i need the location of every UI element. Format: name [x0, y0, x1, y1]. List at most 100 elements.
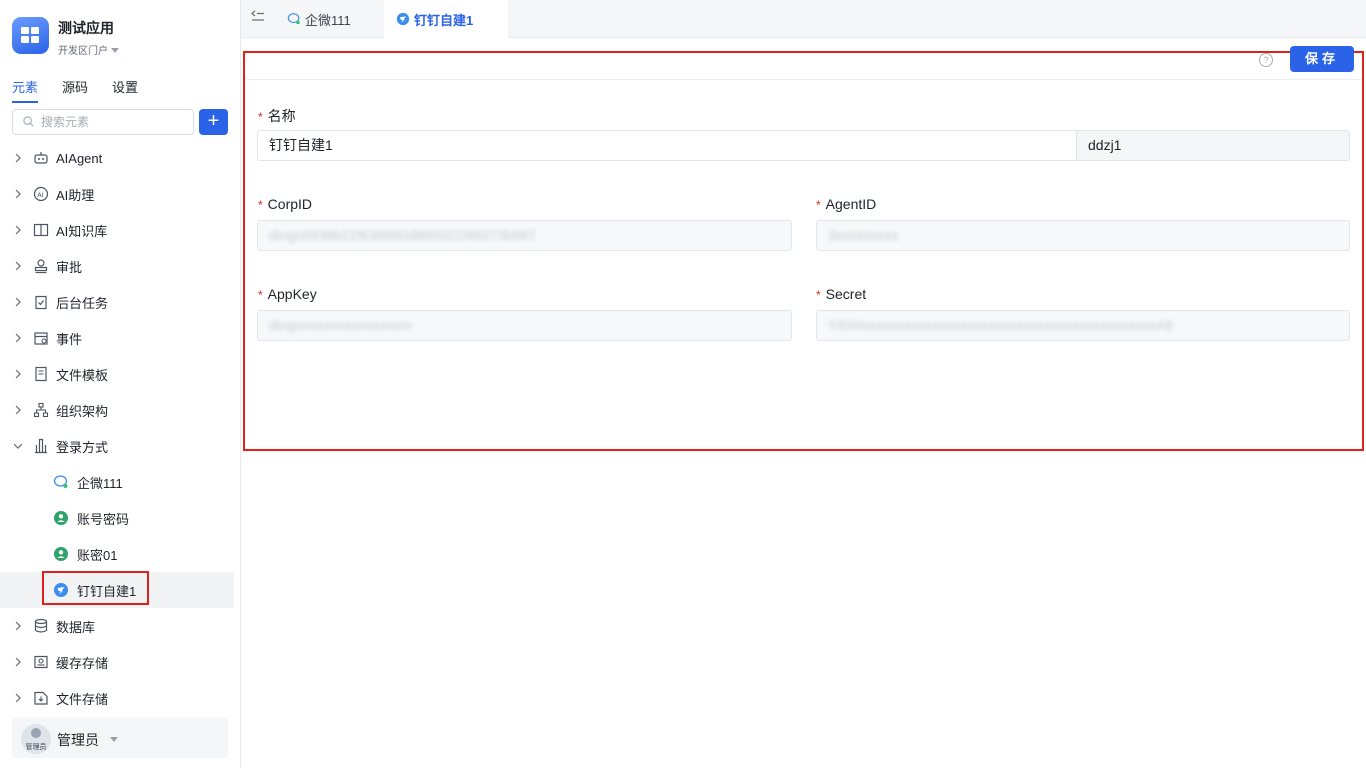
- tab-wecom[interactable]: 企微111: [287, 0, 351, 38]
- tree-item-account-01[interactable]: 账密01: [0, 536, 234, 572]
- tree-item-aiagent[interactable]: AIAgent: [0, 140, 234, 176]
- wecom-icon: [287, 13, 300, 25]
- calendar-icon: [34, 332, 48, 345]
- tree-item-approval[interactable]: 审批: [0, 248, 234, 284]
- selection-highlight: [42, 571, 149, 605]
- tree-item-label: 企微111: [77, 475, 123, 491]
- tree-item-org-structure[interactable]: 组织架构: [0, 392, 234, 428]
- tab-settings[interactable]: 设置: [112, 77, 138, 103]
- avatar: 管理员: [21, 724, 51, 754]
- required-mark: *: [258, 198, 263, 212]
- wecom-icon: [53, 475, 68, 488]
- search-placeholder: 搜索元素: [41, 115, 90, 129]
- chevron-right-icon: [15, 370, 21, 378]
- tree-item-ai-knowledge[interactable]: AI知识库: [0, 212, 234, 248]
- help-icon[interactable]: ?: [1259, 53, 1273, 67]
- search-input[interactable]: 搜索元素: [12, 109, 194, 135]
- agentid-field[interactable]: 3xxxxxxxxx: [816, 220, 1350, 251]
- tree-item-label: 审批: [56, 259, 83, 275]
- portal-selector[interactable]: 开发区门户: [58, 42, 119, 57]
- appkey-field[interactable]: dingxxxxxxxxxxxxxxxm: [257, 310, 792, 341]
- chevron-right-icon: [15, 226, 21, 234]
- required-mark: *: [816, 288, 821, 302]
- tree-item-file-storage[interactable]: 文件存储: [0, 680, 234, 716]
- file-storage-icon: [34, 691, 48, 705]
- sidebar-tabs: 元素 源码 设置: [12, 77, 138, 103]
- ai-assistant-icon: AI: [33, 186, 49, 202]
- bank-icon: [35, 438, 47, 454]
- tree-item-login-methods[interactable]: 登录方式: [0, 428, 234, 464]
- tab-source[interactable]: 源码: [62, 77, 88, 103]
- tree-item-label: 事件: [56, 331, 83, 347]
- document-icon: [35, 366, 47, 382]
- collapse-sidebar-icon[interactable]: [251, 10, 265, 22]
- required-mark: *: [816, 198, 821, 212]
- stamp-icon: [34, 259, 48, 274]
- tree-item-label: 账密01: [77, 547, 118, 563]
- tree-item-events[interactable]: 事件: [0, 320, 234, 356]
- user-circle-icon: [54, 547, 68, 561]
- avatar-tag: 管理员: [25, 744, 47, 751]
- app-header: 测试应用 开发区门户: [12, 17, 119, 57]
- save-button[interactable]: 保存: [1290, 46, 1354, 72]
- appkey-value: dingxxxxxxxxxxxxxxxm: [269, 317, 413, 333]
- agentid-label: * AgentID: [816, 196, 877, 212]
- name-field[interactable]: 钉钉自建1: [257, 130, 1077, 161]
- tree-item-cache-storage[interactable]: 缓存存储: [0, 644, 234, 680]
- sidebar: 测试应用 开发区门户 元素 源码 设置 搜索元素 + AIAgent AI AI…: [0, 0, 241, 768]
- tree-item-file-templates[interactable]: 文件模板: [0, 356, 234, 392]
- code-field: ddzj1: [1076, 130, 1350, 161]
- tree-item-label: 文件模板: [56, 367, 109, 383]
- tab-dingtalk-selfbuilt[interactable]: 钉钉自建1: [384, 0, 508, 38]
- caret-down-icon: [110, 737, 118, 742]
- chevron-down-icon: [14, 443, 22, 449]
- clipboard-check-icon: [35, 295, 47, 310]
- tab-elements[interactable]: 元素: [12, 77, 39, 103]
- book-icon: [33, 223, 49, 237]
- add-element-button[interactable]: +: [199, 109, 228, 135]
- chevron-right-icon: [15, 154, 21, 162]
- tab-label: 企微111: [305, 12, 351, 28]
- user-menu[interactable]: 管理员 管理员: [12, 718, 228, 758]
- chevron-right-icon: [15, 298, 21, 306]
- element-tree: AIAgent AI AI助理 AI知识库 审批 后台任务 事件 文件模板 组织…: [0, 140, 234, 716]
- database-icon: [34, 618, 48, 633]
- tree-item-label: 账号密码: [77, 511, 130, 527]
- form-highlight-frame: [243, 51, 1364, 451]
- tree-item-ai-assistant[interactable]: AI AI助理: [0, 176, 234, 212]
- org-chart-icon: [33, 402, 49, 418]
- required-mark: *: [258, 288, 263, 302]
- search-icon: [23, 116, 34, 127]
- tab-label: 钉钉自建1: [414, 12, 474, 28]
- tree-item-label: AI知识库: [56, 223, 108, 239]
- tree-item-label: 组织架构: [56, 403, 109, 419]
- corpid-label: * CorpID: [258, 196, 313, 212]
- secret-label: * Secret: [816, 286, 867, 302]
- svg-text:AI: AI: [37, 191, 43, 199]
- dingtalk-icon: [396, 12, 410, 26]
- corpid-field[interactable]: dingc0938b21f636680d885021f46373b687: [257, 220, 792, 251]
- tree-item-background-tasks[interactable]: 后台任务: [0, 284, 234, 320]
- chevron-right-icon: [15, 406, 21, 414]
- robot-icon: [34, 152, 48, 164]
- editor-tabbar: 企微111 钉钉自建1: [241, 0, 1366, 38]
- chevron-right-icon: [15, 622, 21, 630]
- app-title: 测试应用: [58, 20, 114, 36]
- tree-item-label: 文件存储: [56, 691, 109, 707]
- tree-item-wecom[interactable]: 企微111: [0, 464, 234, 500]
- tree-item-account-password[interactable]: 账号密码: [0, 500, 234, 536]
- chevron-right-icon: [15, 694, 21, 702]
- secret-field[interactable]: YtGHxxxxxxxxxxxxxxxxxxxxxxxxxxxxxxxxxxxx…: [816, 310, 1350, 341]
- user-name: 管理员: [57, 732, 99, 748]
- chevron-right-icon: [15, 334, 21, 342]
- portal-label: 开发区门户: [58, 46, 108, 57]
- agentid-value: 3xxxxxxxxx: [828, 227, 899, 243]
- tree-item-label: 后台任务: [56, 295, 109, 311]
- appkey-label: * AppKey: [258, 286, 317, 302]
- tree-item-database[interactable]: 数据库: [0, 608, 234, 644]
- caret-down-icon: [111, 48, 119, 53]
- chevron-right-icon: [15, 190, 21, 198]
- tree-item-label: 登录方式: [56, 439, 109, 455]
- tree-item-label: AIAgent: [56, 150, 103, 166]
- name-label: * 名称: [258, 108, 296, 124]
